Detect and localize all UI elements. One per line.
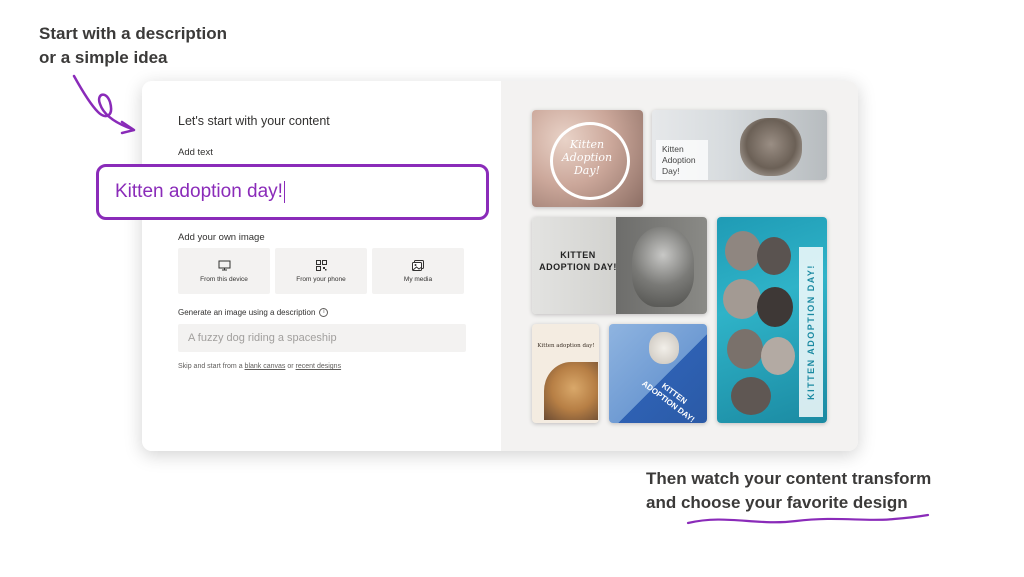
my-media-button[interactable]: My media — [372, 248, 464, 294]
loop-arrow-icon — [72, 74, 136, 135]
add-text-value: Kitten adoption day! — [115, 181, 283, 202]
blank-canvas-link[interactable]: blank canvas — [245, 363, 286, 370]
from-device-label: From this device — [200, 275, 248, 283]
own-image-label: Add your own image — [178, 232, 265, 243]
from-phone-button[interactable]: From your phone — [275, 248, 367, 294]
my-media-label: My media — [403, 275, 433, 283]
text-caret — [283, 181, 285, 203]
from-phone-label: From your phone — [296, 275, 346, 283]
info-icon[interactable]: i — [319, 308, 329, 317]
skip-or: or — [287, 363, 294, 370]
from-device-button[interactable]: From this device — [178, 248, 270, 294]
design-title: Kitten Adoption Day! — [662, 144, 696, 176]
generate-description-input[interactable] — [178, 324, 466, 352]
panel-heading: Let's start with your content — [178, 114, 330, 128]
skip-text: Skip and start from a blank canvas or re… — [178, 363, 341, 370]
monitor-icon — [218, 260, 230, 270]
design-title: KITTEN ADOPTION DAY! — [806, 264, 816, 400]
design-title: Kitten Adoption Day! — [561, 138, 613, 177]
bottom-callout-line1: Then watch your content transform — [646, 469, 932, 488]
design-title: KITTEN ADOPTION DAY! — [539, 250, 617, 272]
generate-label-row: Generate an image using a description i — [178, 308, 329, 317]
design-suggestions-panel: Kitten Adoption Day! Kitten Adoption Day… — [501, 81, 858, 451]
skip-prefix: Skip and start from a — [178, 363, 243, 370]
bottom-callout: Then watch your content transform and ch… — [646, 467, 931, 515]
top-callout-line2: or a simple idea — [39, 48, 168, 67]
designer-card: Let's start with your content Add text A… — [142, 81, 858, 451]
design-thumbnail[interactable]: KITTEN ADOPTION DAY! — [717, 217, 827, 423]
design-thumbnail[interactable]: KITTEN ADOPTION DAY! — [532, 217, 707, 314]
generate-label: Generate an image using a description — [178, 308, 316, 317]
squiggle-underline-icon — [686, 513, 930, 525]
design-thumbnail[interactable]: Kitten adoption day! — [532, 324, 599, 423]
media-icon — [412, 259, 424, 271]
design-thumbnail[interactable]: Kitten Adoption Day! — [652, 110, 827, 180]
design-title: Kitten adoption day! — [537, 343, 595, 349]
add-text-input[interactable]: Kitten adoption day! — [96, 164, 489, 220]
image-source-tiles: From this device From your phone My medi… — [178, 248, 464, 294]
recent-designs-link[interactable]: recent designs — [296, 363, 342, 370]
content-panel: Let's start with your content Add text A… — [142, 81, 501, 451]
design-title: KITTEN ADOPTION DAY! — [640, 378, 697, 423]
top-callout: Start with a description or a simple ide… — [39, 22, 227, 70]
design-thumbnail[interactable]: Kitten Adoption Day! — [532, 110, 643, 207]
design-thumbnail[interactable]: KITTEN ADOPTION DAY! — [609, 324, 707, 423]
top-callout-line1: Start with a description — [39, 24, 227, 43]
add-text-label: Add text — [178, 147, 213, 158]
qr-code-icon — [315, 259, 327, 271]
